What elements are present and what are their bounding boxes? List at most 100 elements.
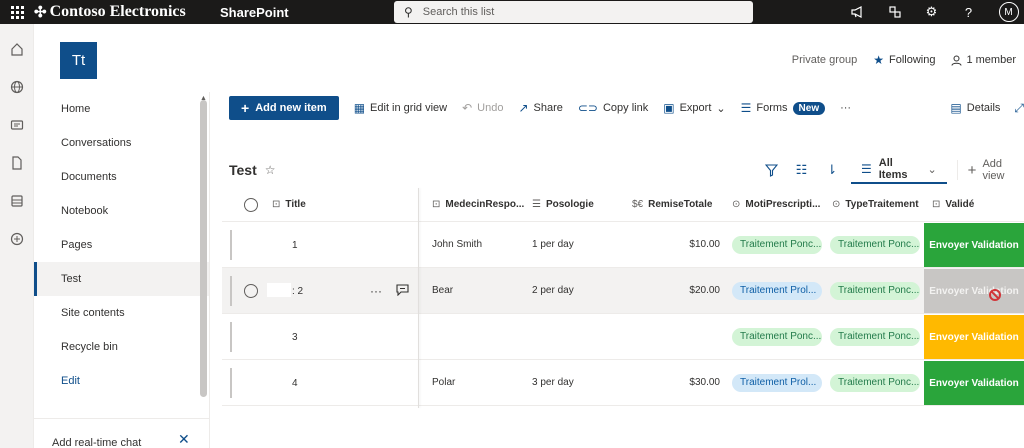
column-header-medecin[interactable]: ⊡ MedecinRespo... <box>432 188 524 221</box>
expand-icon: ⤢ <box>1014 100 1024 115</box>
nav-item-home[interactable]: Home <box>34 92 209 126</box>
forms-button[interactable]: ☰ Forms New <box>741 101 826 115</box>
chevron-down-icon: ⌄ <box>927 163 937 176</box>
cell-title[interactable]: : 2 <box>292 268 303 314</box>
news-icon[interactable] <box>0 106 34 144</box>
export-button[interactable]: ▣ Export ⌄ <box>663 101 725 115</box>
share-button[interactable]: ↗ Share <box>518 101 562 115</box>
nav-item-conversations[interactable]: Conversations <box>34 126 209 160</box>
help-icon[interactable]: ? <box>950 0 987 24</box>
following-label: Following <box>889 54 936 66</box>
column-header-valide[interactable]: ⊡ Validé <box>932 188 1022 221</box>
nav-item-documents[interactable]: Documents <box>34 160 209 194</box>
column-header-title[interactable]: ⊡ Title <box>272 188 412 221</box>
cell-moti: Traitement Prol... <box>732 360 827 405</box>
details-button[interactable]: ▤ Details <box>950 101 1000 115</box>
edit-grid-view-button[interactable]: ▦ Edit in grid view <box>354 101 447 115</box>
cell-posologie: 3 per day <box>532 377 574 388</box>
group-icon[interactable]: ☷ <box>786 162 816 178</box>
row-actions: ··· <box>370 268 409 314</box>
app-name[interactable]: SharePoint <box>212 5 382 20</box>
more-icon: ··· <box>840 102 852 114</box>
share-icon[interactable] <box>876 0 913 24</box>
expand-button[interactable]: ⤢ <box>1014 101 1024 116</box>
select-all-checkbox[interactable] <box>244 198 258 212</box>
undo-button[interactable]: ↶ Undo <box>462 101 503 115</box>
cell-moti: Traitement Prol... <box>732 268 827 313</box>
text-field-icon: ⊡ <box>272 199 281 210</box>
cell-title[interactable]: 1 <box>292 222 298 268</box>
column-header-remise[interactable]: $€ RemiseTotale <box>632 188 722 221</box>
add-view-button[interactable]: + Add view <box>956 158 1024 182</box>
star-outline-icon[interactable]: ☆ <box>265 163 276 177</box>
add-new-item-button[interactable]: + Add new item <box>229 96 339 120</box>
members-button[interactable]: 1 member <box>951 54 1016 66</box>
more-button[interactable]: ··· <box>840 102 851 114</box>
column-header-moti[interactable]: ⊙ MotiPrescripti... <box>732 188 827 221</box>
details-label: Details <box>966 102 1001 114</box>
envoyer-validation-button[interactable]: Envoyer Validation <box>924 269 1024 313</box>
choice-pill: Traitement Ponc... <box>830 281 920 300</box>
file-icon[interactable] <box>0 144 34 182</box>
cell-medecin <box>432 314 527 359</box>
undo-icon: ↶ <box>462 101 473 115</box>
view-name: All Items <box>878 157 908 181</box>
column-remise-label: RemiseTotale <box>648 199 713 210</box>
choice-pill: Traitement Ponc... <box>830 373 920 392</box>
copy-link-button[interactable]: ⊂⊃ Copy link <box>578 101 648 115</box>
cell-medecin: Polar <box>432 377 456 388</box>
list-title-text: Test <box>229 162 257 178</box>
site-logo[interactable]: Tt <box>60 42 97 79</box>
row-checkbox[interactable] <box>244 284 258 298</box>
nav-item-pages[interactable]: Pages <box>34 228 209 262</box>
envoyer-validation-button[interactable]: Envoyer Validation <box>924 315 1024 359</box>
choice-pill: Traitement Ponc... <box>732 235 822 254</box>
view-selector[interactable]: ☰ All Items ⌄ <box>850 156 947 184</box>
close-icon[interactable]: ✕ <box>178 431 190 448</box>
nav-item-recycle-bin[interactable]: Recycle bin <box>34 330 209 364</box>
nav-edit-link[interactable]: Edit <box>34 364 209 398</box>
command-bar: + Add new item ▦ Edit in grid view ↶ Und… <box>222 92 1024 124</box>
nav-item-test[interactable]: Test <box>34 262 209 296</box>
list-title: Test ☆ <box>229 162 276 178</box>
chat-promo: Add real-time chat ✕ <box>34 418 210 448</box>
filter-icon[interactable] <box>756 163 786 177</box>
cell-moti: Traitement Ponc... <box>732 222 827 267</box>
column-header-type[interactable]: ⊙ TypeTraitement <box>832 188 922 221</box>
envoyer-validation-button[interactable]: Envoyer Validation <box>924 361 1024 405</box>
table-row[interactable]: 1 John Smith 1 per day $10.00 Traitement… <box>222 222 1024 268</box>
list-icon[interactable] <box>0 182 34 220</box>
column-posologie-label: Posologie <box>545 199 594 210</box>
person-icon <box>951 55 962 66</box>
cell-title[interactable]: 4 <box>292 360 298 406</box>
app-launcher-button[interactable] <box>0 0 34 24</box>
add-circle-icon[interactable] <box>0 220 34 258</box>
cell-remise: $20.00 <box>689 285 720 296</box>
following-button[interactable]: ★ Following <box>873 53 935 67</box>
cell-posologie: 2 per day <box>532 285 574 296</box>
megaphone-icon[interactable] <box>839 0 876 24</box>
home-icon[interactable] <box>0 30 34 68</box>
gear-icon[interactable]: ⚙ <box>913 0 950 24</box>
sort-icon[interactable]: ⇂ <box>817 162 847 178</box>
cell-title[interactable]: 3 <box>292 314 298 360</box>
table-row[interactable]: 4 Polar 3 per day $30.00 Traitement Prol… <box>222 360 1024 406</box>
nav-item-site-contents[interactable]: Site contents <box>34 296 209 330</box>
table-row[interactable]: 3 Traitement Ponc... Traitement Ponc... … <box>222 314 1024 360</box>
table-row[interactable]: : 2 ··· Bear 2 per day $20.00 Traitement… <box>222 268 1024 314</box>
globe-icon[interactable] <box>0 68 34 106</box>
account-button[interactable]: M <box>987 0 1024 24</box>
site-meta: Private group ★ Following 1 member <box>792 53 1016 67</box>
comment-icon[interactable] <box>396 283 409 299</box>
search-input[interactable]: ⚲ Search this list <box>394 1 753 23</box>
envoyer-validation-button[interactable]: Envoyer Validation <box>924 223 1024 267</box>
column-header-posologie[interactable]: ☰ Posologie <box>532 188 622 221</box>
export-icon: ▣ <box>663 101 675 115</box>
nav-item-notebook[interactable]: Notebook <box>34 194 209 228</box>
brand[interactable]: ✣ Contoso Electronics <box>34 3 212 22</box>
waffle-icon <box>10 5 24 19</box>
more-actions-icon[interactable]: ··· <box>370 284 382 298</box>
no-entry-icon <box>989 289 1001 301</box>
row-indicator <box>230 276 232 306</box>
nav-scrollbar[interactable] <box>200 100 207 397</box>
